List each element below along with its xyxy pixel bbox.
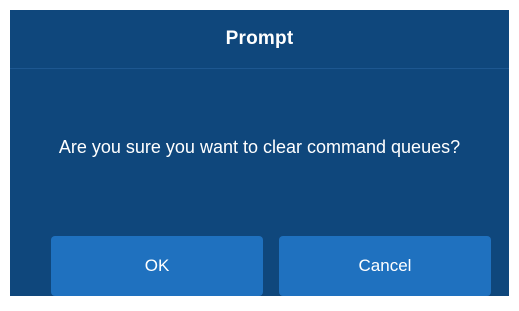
cancel-button[interactable]: Cancel: [279, 236, 491, 296]
dialog-body: Are you sure you want to clear command q…: [10, 69, 509, 236]
dialog-title: Prompt: [225, 28, 294, 49]
dialog-message: Are you sure you want to clear command q…: [58, 137, 461, 157]
dialog-footer: OK Cancel: [10, 236, 509, 296]
ok-button[interactable]: OK: [51, 236, 263, 296]
prompt-dialog: Prompt Are you sure you want to clear co…: [10, 10, 509, 296]
dialog-header: Prompt: [10, 10, 509, 69]
